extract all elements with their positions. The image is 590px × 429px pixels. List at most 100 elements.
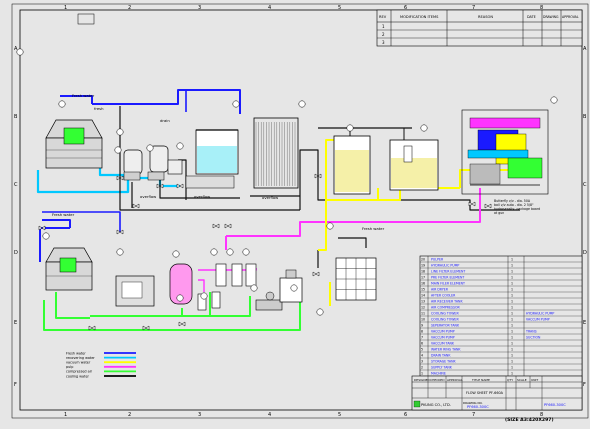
part-number: 4	[421, 354, 423, 358]
part-number: 13	[421, 300, 425, 304]
pipe-legend: Fresh waterrecovering watervacuum waterp…	[66, 351, 136, 378]
callout-bubble	[116, 128, 124, 136]
row-marker-left: B	[14, 114, 18, 120]
valve-symbol	[212, 223, 220, 229]
callout-bubble	[316, 308, 324, 316]
part-name: MAIN FILER ELEMENT	[431, 282, 465, 286]
part-number: 2	[421, 366, 423, 370]
flow-sheet-diagram: 1122334455667788 A AB BC CD DE EF F REV MODIFI…	[11, 3, 589, 423]
part-qty: 1	[511, 336, 513, 340]
part-qty: 1	[511, 300, 513, 304]
callout-bubble	[226, 248, 234, 256]
part-number: 1	[421, 372, 423, 376]
drawing-sheet: 1122334455667788 AABBCCDDEEFF REV MODIFI…	[0, 0, 590, 425]
valve-symbol	[468, 201, 476, 207]
valve-symbol	[38, 225, 46, 231]
part-name: COOLING TOWER	[431, 318, 459, 322]
label-fresh: fresh	[94, 106, 104, 111]
row-marker-right: B	[583, 114, 587, 120]
unit-label: UNIT	[531, 378, 538, 382]
part-name: PULPER	[431, 258, 444, 262]
part-qty: 1	[511, 312, 513, 316]
part-number: 14	[421, 294, 425, 298]
column-marker-top: 2	[128, 5, 131, 11]
label-overflow-1: overflow	[140, 194, 156, 199]
legend-label: Fresh water	[66, 351, 86, 355]
rev-header: REV	[379, 15, 387, 19]
callout-bubble	[326, 222, 334, 230]
part-qty: 1	[511, 306, 513, 310]
part-qty: 1	[511, 294, 513, 298]
size-note: (SIZE A3:420X297)	[505, 417, 554, 423]
part-number: 8	[421, 330, 423, 334]
row-marker-right: C	[583, 182, 587, 188]
part-qty: 1	[511, 276, 513, 280]
part-qty: 1	[511, 366, 513, 370]
part-qty: 1	[511, 258, 513, 262]
company-name: PKUNG CO., LTD.	[421, 403, 451, 407]
legend-label: cooling water	[66, 374, 90, 378]
part-name: VACCUM TANK	[431, 342, 455, 346]
title-name-label: TITLE NAME	[471, 378, 490, 382]
valve-symbol	[312, 271, 320, 277]
revision-block: REV MODIFICATION ITEMS REASON DATE DRAWI…	[376, 9, 583, 47]
storage-tank	[333, 135, 439, 195]
air-compressor	[115, 275, 155, 307]
part-number: 9	[421, 324, 423, 328]
column-marker-bottom: 6	[404, 412, 407, 418]
callout-bubble	[210, 248, 218, 256]
part-number: 17	[421, 276, 425, 280]
callout-bubble	[242, 248, 250, 256]
part-qty: 1	[511, 288, 513, 292]
part-number: 5	[421, 348, 423, 352]
part-number: 10	[421, 318, 425, 322]
label-overflow-2: overflow	[194, 194, 210, 199]
part-number: 18	[421, 270, 425, 274]
part-qty: 1	[511, 324, 513, 328]
corner-block	[77, 13, 95, 25]
row-marker-right: E	[583, 320, 586, 326]
column-marker-bottom: 7	[472, 412, 475, 418]
part-number: 11	[421, 312, 425, 316]
valve-symbol	[176, 183, 184, 189]
title-block: DESIGNED CHECKED APPROVAL TITLE NAME QTY…	[411, 375, 583, 411]
part-name: AIR COMPRESSOR	[431, 306, 461, 310]
callout-bubble	[42, 232, 50, 240]
designed-label: DESIGNED	[414, 378, 430, 382]
callout-bubble	[172, 250, 180, 258]
callout-bubble	[420, 124, 428, 132]
part-number: 15	[421, 288, 425, 292]
part-qty: 1	[511, 354, 513, 358]
seperator-tank	[335, 257, 377, 301]
part-number: 12	[421, 306, 425, 310]
part-remark: SUCTION	[526, 336, 541, 340]
callout-bubble	[290, 284, 298, 292]
part-qty: 1	[511, 282, 513, 286]
column-marker-bottom: 1	[64, 412, 67, 418]
part-name: SUPPLY TANK	[431, 366, 453, 370]
part-name: LINE FILTER ELEMENT	[431, 270, 465, 274]
row-marker-left: E	[14, 320, 17, 326]
column-marker-bottom: 4	[268, 412, 271, 418]
part-name: WATER RING TANK	[431, 348, 461, 352]
water-ring-tank	[185, 129, 239, 189]
valve-symbol	[178, 321, 186, 327]
callout-bubble	[250, 284, 258, 292]
callout-bubble	[16, 48, 24, 56]
part-name: SEPERATOR TANK	[431, 324, 460, 328]
drawing-header: DRAWING	[543, 15, 559, 19]
valve-symbol	[484, 203, 492, 209]
part-name: AIR RECEIVER TANK	[431, 300, 463, 304]
column-marker-bottom: 5	[338, 412, 341, 418]
part-number: 20	[421, 258, 425, 262]
callout-bubble	[114, 146, 122, 154]
note-text: Butterfly v/v - dia. 50A ball v/v auto -…	[494, 199, 541, 215]
part-qty: 1	[511, 330, 513, 334]
parts-list: 20 PULPER 119 HYDRAULIC PUMP 118 LINE FILTER …	[419, 255, 583, 383]
callout-bubble	[232, 100, 240, 108]
callout-bubble	[298, 100, 306, 108]
row-marker-right: A	[583, 46, 587, 52]
part-qty: 1	[511, 360, 513, 364]
part-remark: VACCUM PUMP	[526, 318, 550, 322]
column-marker-top: 1	[64, 5, 67, 11]
